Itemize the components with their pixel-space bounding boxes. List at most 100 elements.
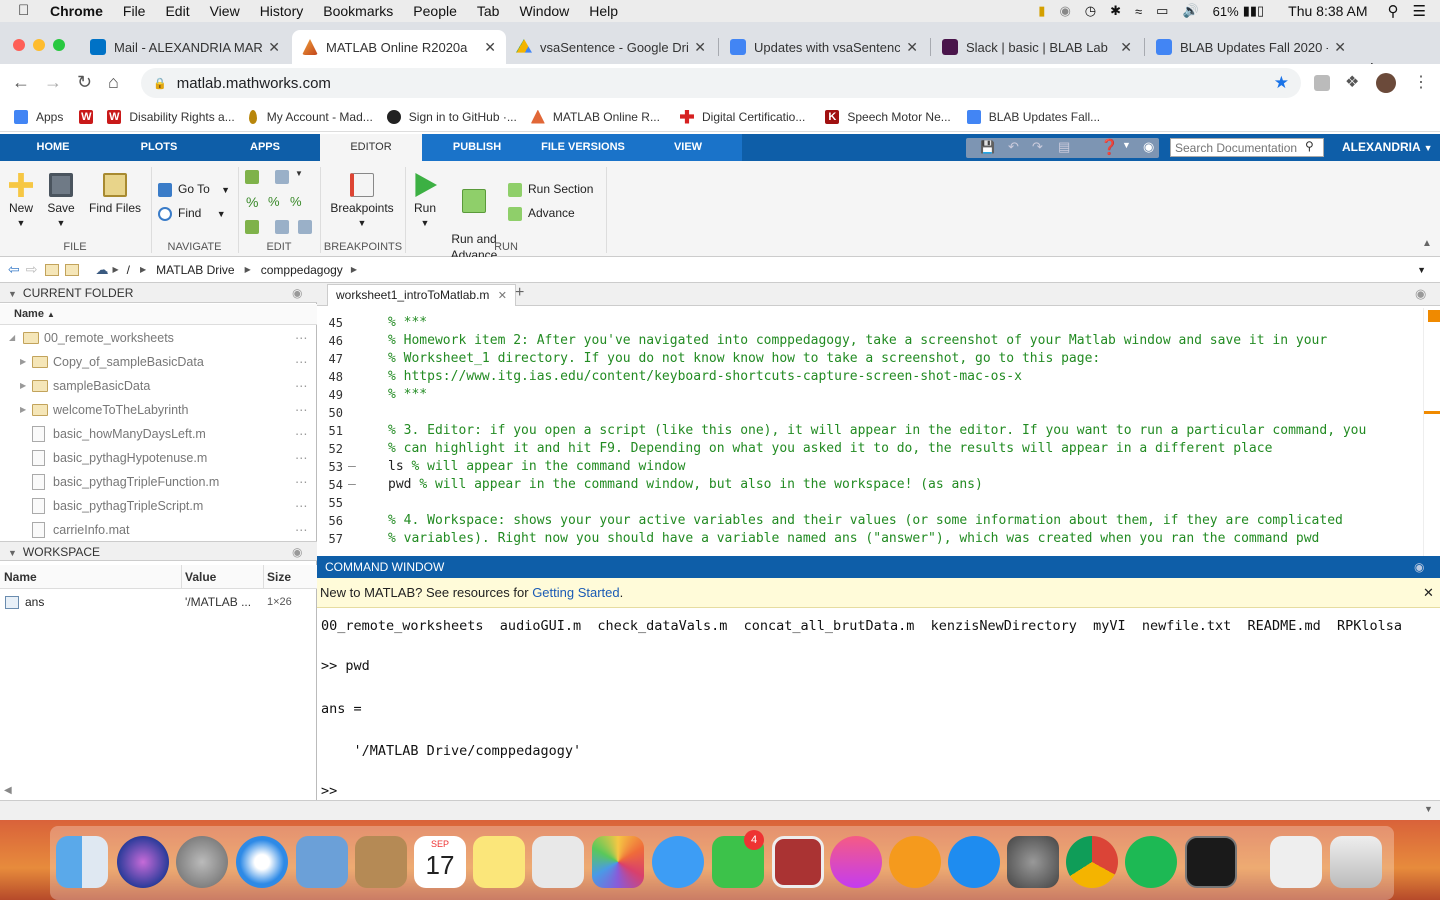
- more-icon[interactable]: ⋯: [295, 446, 308, 470]
- system-preferences-icon[interactable]: [1007, 836, 1059, 888]
- more-icon[interactable]: ⋯: [295, 494, 308, 518]
- code-line[interactable]: 48 % https://www.itg.ias.edu/content/keyb…: [317, 368, 1427, 386]
- browser-tab-mail[interactable]: Mail - ALEXANDRIA MARIE ✕: [80, 30, 290, 64]
- column-header-name[interactable]: Name ▲: [0, 304, 317, 325]
- mail-icon[interactable]: [296, 836, 348, 888]
- path-root[interactable]: /: [127, 263, 130, 277]
- browser-tab-blab-doc[interactable]: BLAB Updates Fall 2020 - ✕: [1146, 30, 1356, 64]
- code-line[interactable]: 56 % 4. Workspace: shows your your active…: [317, 512, 1427, 530]
- browser-tab-matlab[interactable]: MATLAB Online R2020a ✕: [292, 30, 506, 64]
- bookmark-disability-rights[interactable]: W Disability Rights a...: [107, 109, 235, 124]
- collapsed-icon[interactable]: ▶: [20, 350, 26, 374]
- more-icon[interactable]: ⋯: [295, 350, 308, 374]
- apple-icon[interactable]: : [18, 3, 34, 19]
- menu-people[interactable]: People: [413, 3, 457, 19]
- list-item[interactable]: ▶ sampleBasicData ⋯: [0, 374, 316, 398]
- profile-avatar[interactable]: [1376, 73, 1396, 93]
- editor-tab-worksheet1[interactable]: worksheet1_introToMatlab.m ✕: [327, 284, 516, 306]
- photo-booth-icon[interactable]: [772, 836, 824, 888]
- home-icon[interactable]: ⌂: [108, 72, 119, 93]
- search-icon[interactable]: ⚲: [1305, 139, 1314, 153]
- code-line[interactable]: 50: [317, 404, 1427, 422]
- list-item[interactable]: basic_pythagHypotenuse.m ⋯: [0, 446, 316, 470]
- photos-icon[interactable]: [592, 836, 644, 888]
- advance-button[interactable]: Advance: [508, 206, 575, 221]
- airplay-icon[interactable]: ▭: [1156, 3, 1168, 19]
- collapsed-icon[interactable]: ▶: [20, 374, 26, 398]
- collapse-icon[interactable]: ▼: [8, 289, 17, 299]
- notes-icon[interactable]: [473, 836, 525, 888]
- column-name[interactable]: Name: [4, 565, 37, 589]
- expanded-icon[interactable]: ◢: [9, 326, 15, 350]
- panel-options-icon[interactable]: ◉: [292, 283, 302, 303]
- code-line[interactable]: 53– ls % will appear in the command windo…: [317, 458, 1427, 476]
- bookmark-w[interactable]: W: [79, 109, 94, 124]
- close-tab-icon[interactable]: ✕: [906, 39, 918, 56]
- facetime-icon[interactable]: 4: [712, 830, 764, 888]
- command-window[interactable]: 00_remote_worksheets audioGUI.m check_da…: [317, 608, 1440, 800]
- more-icon[interactable]: ⋯: [295, 326, 308, 350]
- increase-indent-icon[interactable]: [298, 220, 312, 234]
- undo-icon[interactable]: ↶: [1008, 139, 1019, 155]
- volume-icon[interactable]: 🔊: [1182, 3, 1198, 19]
- back-icon[interactable]: ←: [12, 72, 30, 93]
- browse-folder-icon[interactable]: [65, 263, 80, 276]
- save-button[interactable]: Save ▼: [45, 173, 77, 229]
- code-line[interactable]: 55: [317, 494, 1427, 512]
- browser-tab-drive[interactable]: vsaSentence - Google Drive ✕: [506, 30, 716, 64]
- extension-icon[interactable]: [1314, 75, 1330, 91]
- tab-plots[interactable]: PLOTS: [106, 134, 212, 161]
- code-line[interactable]: 49 % ***: [317, 386, 1427, 404]
- siri-icon[interactable]: [117, 836, 169, 888]
- command-window-header[interactable]: COMMAND WINDOW ◉: [317, 556, 1440, 578]
- bookmark-star-icon[interactable]: ★: [1274, 73, 1289, 93]
- reload-icon[interactable]: ↻: [77, 72, 92, 93]
- zoom-window-button[interactable]: [53, 39, 65, 51]
- cloud-drive-icon[interactable]: ☁: [95, 262, 108, 278]
- calendar-icon[interactable]: SEP 17: [414, 836, 466, 888]
- time-machine-icon[interactable]: ◷: [1085, 3, 1096, 19]
- wifi-icon[interactable]: ≈: [1135, 4, 1142, 19]
- menu-view[interactable]: View: [210, 3, 240, 19]
- run-button[interactable]: Run ▼: [410, 173, 440, 229]
- code-line[interactable]: 45 % ***: [317, 314, 1427, 332]
- menu-edit[interactable]: Edit: [165, 3, 189, 19]
- current-folder-header[interactable]: ▼ CURRENT FOLDER ◉: [0, 283, 317, 303]
- layout-icon[interactable]: ▤: [1058, 139, 1070, 155]
- editor-options-icon[interactable]: ◉: [1415, 286, 1426, 302]
- collapse-icon[interactable]: ▼: [8, 548, 17, 558]
- run-section-button[interactable]: Run Section: [508, 182, 593, 197]
- code-line[interactable]: 52 % can highlight it and hit F9. Dependi…: [317, 440, 1427, 458]
- settings-icon[interactable]: ◉: [1143, 139, 1154, 155]
- browser-tab-slack[interactable]: Slack | basic | BLAB Lab ✕: [932, 30, 1142, 64]
- bookmark-matlab[interactable]: MATLAB Online R...: [530, 109, 660, 124]
- battery-icon[interactable]: ▮▮▯: [1243, 3, 1264, 19]
- decrease-indent-icon[interactable]: [275, 220, 289, 234]
- menu-window[interactable]: Window: [519, 3, 569, 19]
- search-documentation-input[interactable]: [1170, 138, 1324, 157]
- bookmark-speech-motor[interactable]: K Speech Motor Ne...: [825, 109, 951, 124]
- list-item[interactable]: ◢ 00_remote_worksheets ⋯: [0, 326, 316, 350]
- list-item[interactable]: carrieInfo.mat ⋯: [0, 518, 316, 540]
- extensions-puzzle-icon[interactable]: ❖: [1345, 72, 1359, 92]
- menu-tab[interactable]: Tab: [477, 3, 500, 19]
- warning-marker[interactable]: [1428, 310, 1440, 322]
- tab-home[interactable]: HOME: [0, 134, 106, 161]
- editor-scrollbar[interactable]: [1423, 308, 1440, 556]
- bookmark-digital-cert[interactable]: Digital Certificatio...: [679, 109, 805, 124]
- smart-indent-icon[interactable]: [245, 220, 259, 234]
- app-store-icon[interactable]: [948, 836, 1000, 888]
- list-item[interactable]: ▶ Copy_of_sampleBasicData ⋯: [0, 350, 316, 374]
- books-icon[interactable]: [889, 836, 941, 888]
- menu-app-name[interactable]: Chrome: [50, 3, 103, 19]
- table-row[interactable]: ans '/MATLAB ... 1×26: [0, 591, 317, 613]
- redo-icon[interactable]: ↷: [1032, 139, 1043, 155]
- menu-file[interactable]: File: [123, 3, 146, 19]
- panel-options-icon[interactable]: ◉: [1414, 556, 1424, 578]
- tab-editor[interactable]: EDITOR: [320, 134, 422, 161]
- bookmark-apps[interactable]: Apps: [14, 109, 63, 124]
- more-icon[interactable]: ⋯: [295, 422, 308, 446]
- find-button[interactable]: Find ▼: [158, 206, 226, 221]
- go-to-button[interactable]: Go To ▼: [158, 182, 230, 197]
- notification-center-icon[interactable]: ☰: [1413, 2, 1426, 20]
